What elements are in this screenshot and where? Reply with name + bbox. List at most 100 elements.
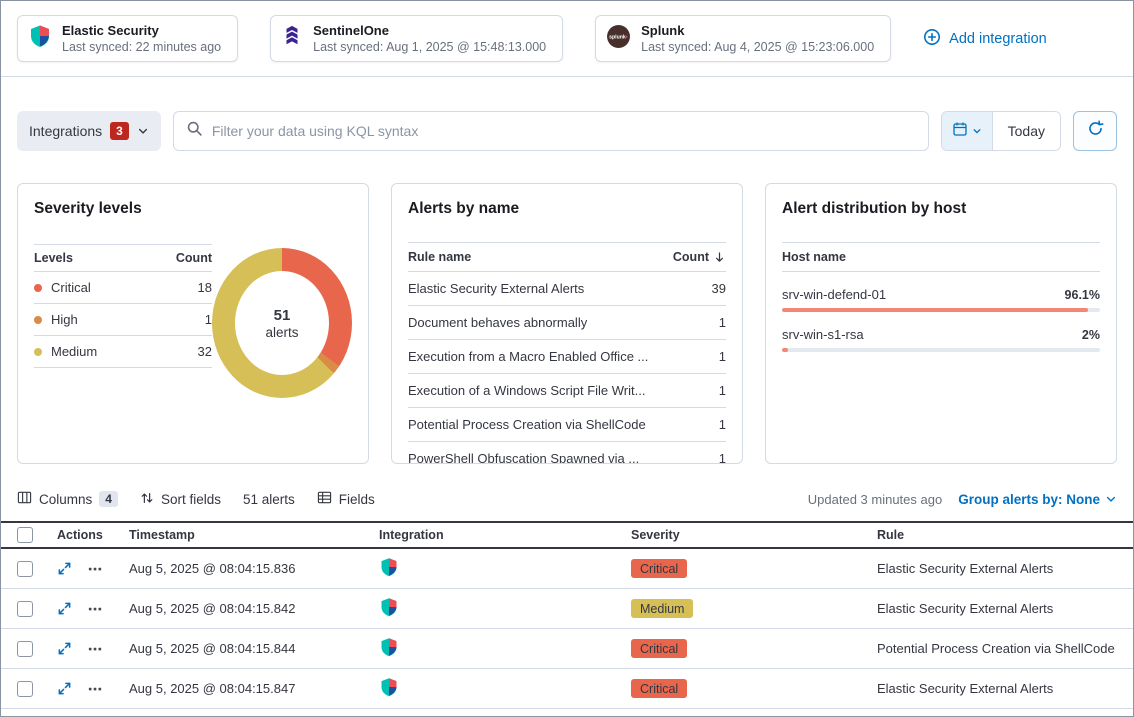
alert-row[interactable]: Aug 5, 2025 @ 08:04:15.844 Critical Pote… xyxy=(1,629,1133,669)
severity-badge: Critical xyxy=(631,679,687,698)
host-name-link[interactable]: srv-win-s1-rsa xyxy=(782,327,864,342)
integration-card-elastic[interactable]: Elastic Security Last synced: 22 minutes… xyxy=(17,15,238,62)
rule-count: 1 xyxy=(719,451,726,464)
fields-icon xyxy=(317,490,332,508)
elastic-logo-icon xyxy=(28,24,52,53)
search-icon xyxy=(186,120,203,142)
rule-name: Document behaves abnormally xyxy=(408,315,587,330)
sort-fields-button[interactable]: Sort fields xyxy=(140,491,221,508)
severity-badge: Critical xyxy=(631,639,687,658)
expand-alert-icon[interactable] xyxy=(57,681,72,696)
severity-dot xyxy=(34,316,42,324)
calendar-icon xyxy=(952,121,968,142)
alert-row[interactable]: Aug 5, 2025 @ 08:04:15.842 Medium Elasti… xyxy=(1,589,1133,629)
severity-label: High xyxy=(51,312,78,327)
alerts-by-name-row: Execution from a Macro Enabled Office ..… xyxy=(408,340,726,374)
updated-timestamp: Updated 3 minutes ago xyxy=(808,492,942,507)
severity-badge: Critical xyxy=(631,559,687,578)
alert-rule-name: Elastic Security External Alerts xyxy=(877,601,1117,616)
kql-search-input[interactable] xyxy=(212,123,916,139)
severity-label: Critical xyxy=(51,280,91,295)
alert-timestamp: Aug 5, 2025 @ 08:04:15.844 xyxy=(129,641,379,656)
integration-name: Splunk xyxy=(641,23,874,38)
integration-name: Elastic Security xyxy=(62,23,221,38)
today-button[interactable]: Today xyxy=(993,112,1060,150)
alerts-table: Actions Timestamp Integration Severity R… xyxy=(1,521,1133,709)
more-actions-icon[interactable] xyxy=(88,642,102,656)
host-row: srv-win-defend-01 96.1% xyxy=(782,287,1100,312)
donut-total-label: alerts xyxy=(265,325,298,340)
severity-donut-chart: 51 alerts xyxy=(212,248,352,398)
count-col-header: Count xyxy=(673,250,709,264)
header-rule: Rule xyxy=(877,528,1117,542)
severity-dot xyxy=(34,348,42,356)
sort-fields-label: Sort fields xyxy=(161,492,221,507)
severity-row-critical: Critical 18 xyxy=(34,272,212,304)
alert-timestamp: Aug 5, 2025 @ 08:04:15.847 xyxy=(129,681,379,696)
integration-card-sentinelone[interactable]: SentinelOne Last synced: Aug 1, 2025 @ 1… xyxy=(270,15,563,62)
integration-name: SentinelOne xyxy=(313,23,546,38)
row-checkbox[interactable] xyxy=(17,681,33,697)
refresh-button[interactable] xyxy=(1073,111,1117,151)
select-all-checkbox[interactable] xyxy=(17,527,33,543)
rule-count: 1 xyxy=(719,349,726,364)
rule-name: Execution from a Macro Enabled Office ..… xyxy=(408,349,648,364)
count-sort-header[interactable]: Count xyxy=(673,250,726,264)
more-actions-icon[interactable] xyxy=(88,682,102,696)
severity-dot xyxy=(34,284,42,292)
rule-name: Elastic Security External Alerts xyxy=(408,281,584,296)
group-alerts-by-dropdown[interactable]: Group alerts by: None xyxy=(958,492,1117,507)
alerts-by-name-row-partial: PowerShell Obfuscation Spawned via ... 1 xyxy=(408,442,726,464)
header-severity: Severity xyxy=(631,528,877,542)
elastic-logo-icon xyxy=(379,597,631,620)
more-actions-icon[interactable] xyxy=(88,602,102,616)
rule-name: Potential Process Creation via ShellCode xyxy=(408,417,646,432)
row-checkbox[interactable] xyxy=(17,561,33,577)
rule-name: Execution of a Windows Script File Writ.… xyxy=(408,383,645,398)
alert-row[interactable]: Aug 5, 2025 @ 08:04:15.847 Critical Elas… xyxy=(1,669,1133,709)
severity-count: 32 xyxy=(198,344,212,359)
integrations-count-badge: 3 xyxy=(110,122,129,140)
kql-search-bar[interactable] xyxy=(173,111,929,151)
more-actions-icon[interactable] xyxy=(88,562,102,576)
chevron-down-icon xyxy=(972,126,982,136)
security-dashboard: Elastic Security Last synced: 22 minutes… xyxy=(0,0,1134,717)
refresh-icon xyxy=(1087,120,1104,142)
alerts-by-name-panel: Alerts by name Rule name Count Elastic S… xyxy=(391,183,743,464)
severity-row-high: High 1 xyxy=(34,304,212,336)
severity-count: 18 xyxy=(198,280,212,295)
group-alerts-by-label: Group alerts by: None xyxy=(958,492,1100,507)
columns-button[interactable]: Columns 4 xyxy=(17,490,118,508)
severity-col-count: Count xyxy=(176,251,212,265)
columns-count-badge: 4 xyxy=(99,491,118,507)
expand-alert-icon[interactable] xyxy=(57,601,72,616)
row-checkbox[interactable] xyxy=(17,641,33,657)
alert-timestamp: Aug 5, 2025 @ 08:04:15.836 xyxy=(129,561,379,576)
rule-count: 39 xyxy=(712,281,726,296)
host-name-link[interactable]: srv-win-defend-01 xyxy=(782,287,886,302)
expand-alert-icon[interactable] xyxy=(57,561,72,576)
fields-button[interactable]: Fields xyxy=(317,490,375,508)
host-bar-fill xyxy=(782,348,788,352)
severity-label: Medium xyxy=(51,344,97,359)
add-integration-button[interactable]: Add integration xyxy=(923,28,1047,50)
integrations-filter-button[interactable]: Integrations 3 xyxy=(17,111,161,151)
elastic-logo-icon xyxy=(379,677,631,700)
row-checkbox[interactable] xyxy=(17,601,33,617)
chevron-down-icon xyxy=(137,125,149,137)
rule-name-col-header: Rule name xyxy=(408,250,471,264)
panel-title: Alert distribution by host xyxy=(782,200,1100,218)
expand-alert-icon[interactable] xyxy=(57,641,72,656)
rule-count: 1 xyxy=(719,417,726,432)
severity-badge: Medium xyxy=(631,599,693,618)
plus-circle-icon xyxy=(923,28,941,50)
sort-arrow-down-icon xyxy=(713,251,726,264)
header-timestamp: Timestamp xyxy=(129,528,379,542)
severity-count: 1 xyxy=(205,312,212,327)
alert-row[interactable]: Aug 5, 2025 @ 08:04:15.836 Critical Elas… xyxy=(1,549,1133,589)
date-picker-calendar-button[interactable] xyxy=(942,112,993,150)
date-picker-group: Today xyxy=(941,111,1061,151)
columns-label: Columns xyxy=(39,492,92,507)
integration-card-splunk[interactable]: splunk > Splunk Last synced: Aug 4, 2025… xyxy=(595,15,891,62)
alerts-by-name-row: Execution of a Windows Script File Writ.… xyxy=(408,374,726,408)
